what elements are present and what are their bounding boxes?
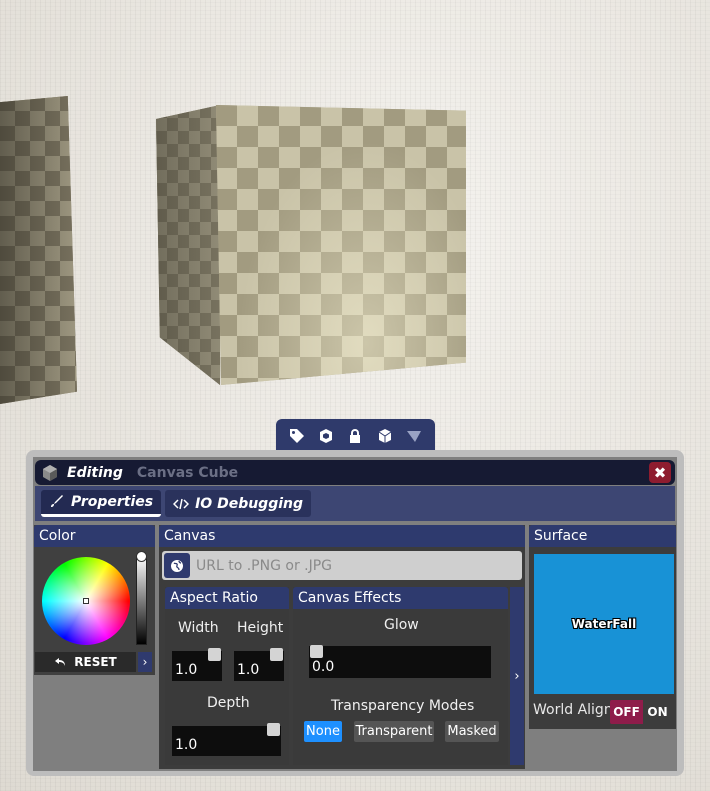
aspect-ratio-header: Aspect Ratio — [165, 587, 289, 609]
canvas-header: Canvas — [159, 525, 525, 547]
tab-properties[interactable]: Properties — [41, 490, 162, 517]
transparency-modes-label: Transparency Modes — [331, 698, 475, 714]
canvas-cube-side — [156, 105, 220, 385]
depth-field[interactable]: 1.0 — [172, 726, 281, 756]
glow-field[interactable]: 0.0 — [309, 646, 491, 678]
mode-none-button[interactable]: None — [304, 721, 342, 742]
toggle-off[interactable]: OFF — [610, 700, 643, 724]
glow-label: Glow — [384, 617, 419, 633]
surface-tile[interactable]: WaterFall — [534, 554, 674, 694]
surface-header: Surface — [529, 525, 676, 547]
close-button[interactable]: ✖ — [649, 462, 671, 483]
brush-icon — [51, 495, 63, 507]
mode-transparent-button[interactable]: Transparent — [354, 721, 434, 742]
brightness-slider[interactable] — [136, 555, 147, 645]
canvas-effects-header: Canvas Effects — [293, 587, 508, 609]
tab-bar: Properties IO Debugging — [35, 486, 675, 521]
brightness-slider-knob[interactable] — [136, 551, 147, 562]
mode-masked-button[interactable]: Masked — [445, 721, 499, 742]
shapes-icon[interactable] — [315, 425, 337, 447]
editing-label: Editing — [67, 464, 123, 481]
width-slider-knob[interactable] — [208, 648, 221, 661]
glow-slider-knob[interactable] — [310, 645, 323, 658]
height-label: Height — [237, 620, 284, 636]
globe-button[interactable] — [164, 553, 190, 578]
tool-toolbar — [276, 419, 435, 452]
undo-icon — [55, 658, 66, 666]
width-label: Width — [178, 620, 219, 636]
cube-icon[interactable] — [374, 425, 396, 447]
world-align-label: World Align — [533, 702, 613, 718]
world-align-toggle[interactable]: OFF ON — [610, 700, 672, 724]
surface-tile-label: WaterFall — [571, 617, 637, 631]
cube-left-partial — [0, 96, 77, 404]
globe-icon — [171, 559, 183, 572]
triangle-icon[interactable] — [403, 425, 425, 447]
tab-io-debugging-label: IO Debugging — [195, 495, 304, 512]
color-header: Color — [34, 525, 155, 547]
object-name: Canvas Cube — [136, 464, 239, 481]
reset-label: RESET — [74, 655, 117, 669]
canvas-cube-front — [216, 105, 466, 385]
tab-io-debugging[interactable]: IO Debugging — [165, 490, 312, 517]
depth-label: Depth — [207, 695, 250, 711]
color-expand-button[interactable]: › — [138, 652, 152, 672]
toggle-on[interactable]: ON — [643, 700, 672, 724]
lock-icon[interactable] — [344, 425, 366, 447]
url-input[interactable] — [196, 557, 516, 574]
tab-properties-label: Properties — [71, 494, 154, 510]
code-icon — [173, 498, 190, 509]
editor-titlebar: Editing Canvas Cube ✖ — [35, 460, 675, 485]
tag-icon[interactable] — [286, 425, 308, 447]
object-cube-icon — [43, 464, 57, 481]
color-wheel-cursor[interactable] — [83, 598, 89, 604]
canvas-expand-button[interactable]: › — [510, 587, 524, 765]
depth-slider-knob[interactable] — [267, 723, 280, 736]
reset-button[interactable]: RESET — [35, 652, 136, 672]
height-slider-knob[interactable] — [270, 648, 283, 661]
url-row — [162, 551, 522, 580]
